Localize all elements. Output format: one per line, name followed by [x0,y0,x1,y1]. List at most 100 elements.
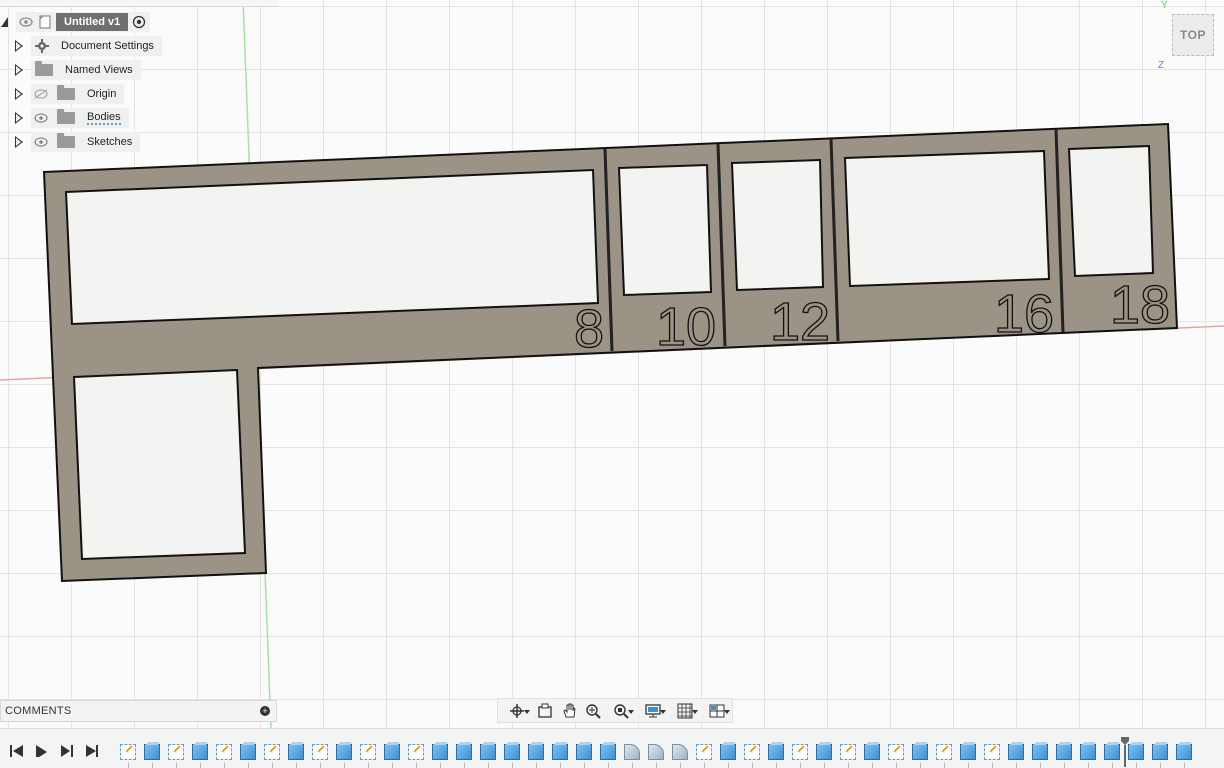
tree-chip: Bodies [31,108,129,128]
timeline-tick [536,763,537,768]
timeline-fillet-icon[interactable] [648,744,664,760]
eye-icon[interactable] [16,12,36,32]
timeline-cube-icon[interactable] [720,744,736,760]
timeline-tick [680,763,681,768]
view-cube[interactable]: Y TOP Z [1158,0,1220,75]
timeline-sketch-icon[interactable] [408,744,424,760]
timeline-cube-icon[interactable] [504,744,520,760]
expand-arrow-icon[interactable] [15,88,23,100]
timeline-sketch-icon[interactable] [216,744,232,760]
orbit-tool-icon[interactable] [502,701,532,721]
timeline-sketch-icon[interactable] [936,744,952,760]
document-root-row[interactable]: Untitled v1 [0,11,151,33]
document-title[interactable]: Untitled v1 [56,13,129,31]
tree-item-label: Document Settings [61,40,154,52]
tree-item-origin[interactable]: Origin [0,84,125,104]
timeline-tick [752,763,753,768]
timeline-marker-handle[interactable] [1121,737,1129,767]
timeline-sketch-icon[interactable] [744,744,760,760]
timeline-cube-icon[interactable] [336,744,352,760]
eye-icon[interactable] [31,132,51,152]
axis-y-label: Y [1161,0,1168,11]
timeline-cube-icon[interactable] [576,744,592,760]
label-8: 8 [574,299,604,359]
timeline-cube-icon[interactable] [600,744,616,760]
timeline-tick [1112,763,1113,768]
timeline-cube-icon[interactable] [1008,744,1024,760]
skip-to-start-icon[interactable] [10,745,24,757]
timeline-sketch-icon[interactable] [264,744,280,760]
pan-icon[interactable] [558,701,580,721]
timeline-cube-icon[interactable] [912,744,928,760]
folder-icon [57,133,75,148]
timeline-cube-icon[interactable] [960,744,976,760]
display-settings-icon[interactable] [638,701,668,721]
zoom-icon[interactable] [582,701,604,721]
opening-12 [730,158,825,292]
timeline-sketch-icon[interactable] [696,744,712,760]
timeline-sketch-icon[interactable] [360,744,376,760]
timeline-sketch-icon[interactable] [888,744,904,760]
timeline-tick [464,763,465,768]
timeline-sketch-icon[interactable] [168,744,184,760]
skip-to-end-icon[interactable] [85,745,99,757]
timeline-cube-icon[interactable] [480,744,496,760]
timeline-fillet-icon[interactable] [624,744,640,760]
grid-settings-icon[interactable] [670,701,700,721]
play-icon[interactable] [35,745,47,757]
timeline-cube-icon[interactable] [144,744,160,760]
timeline-cube-icon[interactable] [1032,744,1048,760]
timeline-cube-icon[interactable] [1080,744,1096,760]
model-scene[interactable]: 8 10 12 16 18 [0,0,1224,728]
tree-item-named-views[interactable]: Named Views [0,60,141,80]
gear-icon [35,39,49,53]
tree-item-sketches[interactable]: Sketches [0,132,141,152]
timeline-tick [440,763,441,768]
add-comment-icon[interactable]: + [260,706,270,716]
timeline-cube-icon[interactable] [456,744,472,760]
timeline-cube-icon[interactable] [240,744,256,760]
timeline-sketch-icon[interactable] [984,744,1000,760]
expand-arrow-icon[interactable] [15,64,23,76]
view-cube-face-top[interactable]: TOP [1172,14,1214,56]
eye-icon[interactable] [31,108,51,128]
tree-item-label: Origin [87,88,117,100]
expand-arrow-icon[interactable] [15,112,23,124]
timeline-cube-icon[interactable] [1128,744,1144,760]
timeline-cube-icon[interactable] [1152,744,1168,760]
axis-z-label: Z [1158,60,1165,71]
timeline-cube-icon[interactable] [864,744,880,760]
timeline-cube-icon[interactable] [768,744,784,760]
tree-item-document-settings[interactable]: Document Settings [0,36,162,56]
timeline-cube-icon[interactable] [528,744,544,760]
canvas-viewport[interactable]: 8 10 12 16 18 Untitled v1 Document Setti… [0,0,1224,728]
timeline-cube-icon[interactable] [432,744,448,760]
expand-arrow-icon[interactable] [15,136,23,148]
timeline-cube-icon[interactable] [1056,744,1072,760]
collapse-triangle-icon[interactable] [0,15,10,29]
eye-hidden-icon[interactable] [31,84,51,104]
timeline-fillet-icon[interactable] [672,744,688,760]
step-forward-icon[interactable] [60,745,74,757]
timeline-sketch-icon[interactable] [312,744,328,760]
comments-panel[interactable]: COMMENTS + [0,700,277,722]
tree-item-bodies[interactable]: Bodies [0,108,129,128]
timeline-sketch-icon[interactable] [840,744,856,760]
timeline-tick [632,763,633,768]
viewports-icon[interactable] [702,701,732,721]
timeline-cube-icon[interactable] [384,744,400,760]
timeline-cube-icon[interactable] [288,744,304,760]
timeline-sketch-icon[interactable] [792,744,808,760]
timeline-cube-icon[interactable] [816,744,832,760]
expand-arrow-icon[interactable] [15,40,23,52]
timeline-cube-icon[interactable] [552,744,568,760]
timeline-tick [1136,763,1137,768]
timeline-sketch-icon[interactable] [120,744,136,760]
timeline-cube-icon[interactable] [1176,744,1192,760]
look-at-icon[interactable] [534,701,556,721]
activate-target-icon[interactable] [132,15,146,29]
timeline-cube-icon[interactable] [1104,744,1120,760]
fit-icon[interactable] [606,701,636,721]
timeline-cube-icon[interactable] [192,744,208,760]
timeline-tick [416,763,417,768]
